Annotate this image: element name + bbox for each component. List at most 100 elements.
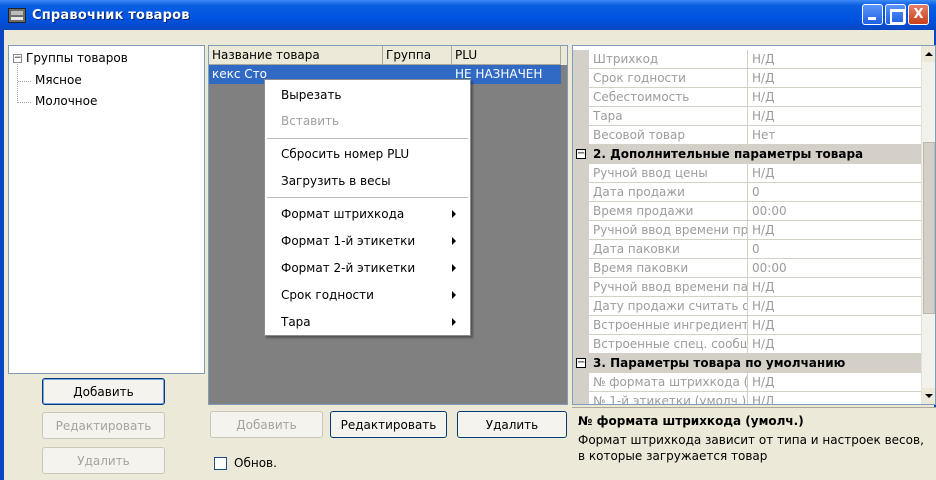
menu-item-cut[interactable]: Вырезать xyxy=(265,84,470,106)
menu-item-load-to-scales[interactable]: Загрузить в весы xyxy=(265,170,470,192)
row-gutter xyxy=(573,183,589,202)
property-row[interactable]: Ручной ввод времени про Н/Д xyxy=(573,221,921,240)
menu-item-reset-plu[interactable]: Сбросить номер PLU xyxy=(265,143,470,165)
row-gutter xyxy=(573,373,589,392)
property-value[interactable]: Н/Д xyxy=(752,297,917,315)
property-value[interactable]: 0 xyxy=(752,183,917,201)
maximize-button[interactable] xyxy=(885,4,906,25)
section-header-defaults[interactable]: − 3. Параметры товара по умолчанию xyxy=(573,354,921,373)
property-row[interactable]: № формата штрихкода (у Н/Д xyxy=(573,373,921,392)
menu-item-label: Формат 1-й этикетки xyxy=(281,234,416,248)
property-row[interactable]: Себестоимость Н/Д xyxy=(573,88,921,107)
property-value[interactable]: Н/Д xyxy=(752,316,917,334)
menu-item-shelf-life[interactable]: Срок годности xyxy=(265,284,470,306)
tree-connector xyxy=(17,62,18,103)
property-name: Встроенные ингредиенты xyxy=(593,316,748,334)
property-row[interactable]: Время паковки 00:00 xyxy=(573,259,921,278)
property-row[interactable]: Ручной ввод времени пак Н/Д xyxy=(573,278,921,297)
row-gutter xyxy=(573,88,589,107)
property-value[interactable]: 0 xyxy=(752,240,917,258)
property-row[interactable]: Встроенные спец. сообщ Н/Д xyxy=(573,335,921,354)
property-value[interactable]: Н/Д xyxy=(752,88,917,106)
row-gutter xyxy=(573,50,589,69)
column-header-name[interactable]: Название товара xyxy=(209,46,383,65)
property-row[interactable]: Тара Н/Д xyxy=(573,107,921,126)
refresh-checkbox-label: Обнов. xyxy=(234,456,277,470)
close-button[interactable]: X xyxy=(908,4,929,25)
refresh-checkbox[interactable] xyxy=(214,456,227,470)
menu-item-label: Вставить xyxy=(281,114,340,128)
property-value[interactable]: Н/Д xyxy=(752,392,917,404)
row-gutter xyxy=(573,126,589,145)
submenu-arrow-icon xyxy=(452,264,456,272)
add-product-button[interactable]: Добавить xyxy=(210,411,323,438)
collapse-icon[interactable]: − xyxy=(576,358,586,368)
property-value[interactable]: Нет xyxy=(752,126,917,144)
menu-item-label: Формат 2-й этикетки xyxy=(281,261,416,275)
row-gutter xyxy=(573,107,589,126)
property-row[interactable]: Время продажи 00:00 xyxy=(573,202,921,221)
menu-item-label2-format[interactable]: Формат 2-й этикетки xyxy=(265,257,470,279)
property-name: Штрихкод xyxy=(593,50,748,68)
menu-item-label1-format[interactable]: Формат 1-й этикетки xyxy=(265,230,470,252)
property-value[interactable]: Н/Д xyxy=(752,335,917,353)
property-value[interactable]: Н/Д xyxy=(752,373,917,391)
delete-product-button[interactable]: Удалить xyxy=(457,411,567,438)
menu-separator xyxy=(267,138,468,139)
add-group-button[interactable]: Добавить xyxy=(42,378,165,405)
section-header-additional[interactable]: − 2. Дополнительные параметры товара xyxy=(573,145,921,164)
property-row[interactable]: Дата продажи 0 xyxy=(573,183,921,202)
app-icon xyxy=(8,7,26,23)
row-gutter xyxy=(573,240,589,259)
property-row[interactable]: Штрихкод Н/Д xyxy=(573,50,921,69)
property-row[interactable]: Дата паковки 0 xyxy=(573,240,921,259)
collapse-icon[interactable]: − xyxy=(576,149,586,159)
context-menu[interactable]: Вырезать Вставить Сбросить номер PLU Заг… xyxy=(264,79,471,336)
property-row[interactable]: Весовой товар Нет xyxy=(573,126,921,145)
scroll-up-icon[interactable] xyxy=(922,46,935,62)
property-value[interactable]: Н/Д xyxy=(752,164,917,182)
menu-item-label: Срок годности xyxy=(281,288,374,302)
property-row[interactable]: Ручной ввод цены Н/Д xyxy=(573,164,921,183)
property-name: Тара xyxy=(593,107,748,125)
row-gutter xyxy=(573,278,589,297)
property-value[interactable]: Н/Д xyxy=(752,107,917,125)
property-name: Дата продажи xyxy=(593,183,748,201)
refresh-checkbox-control[interactable]: Обнов. xyxy=(214,456,277,470)
property-name: № формата штрихкода (у xyxy=(593,373,748,391)
property-row[interactable]: Дату продажи считать от Н/Д xyxy=(573,297,921,316)
property-row[interactable]: № 1-й этикетки (умолч.) Н/Д xyxy=(573,392,921,404)
minimize-button[interactable] xyxy=(862,4,883,25)
edit-product-button[interactable]: Редактировать xyxy=(330,411,447,438)
property-value[interactable]: Н/Д xyxy=(752,50,917,68)
menu-item-paste[interactable]: Вставить xyxy=(265,110,470,132)
property-row[interactable]: Встроенные ингредиенты Н/Д xyxy=(573,316,921,335)
menu-item-tare[interactable]: Тара xyxy=(265,311,470,333)
properties-scrollbar[interactable] xyxy=(921,46,935,404)
menu-item-barcode-format[interactable]: Формат штрихкода xyxy=(265,203,470,225)
title-bar[interactable]: Справочник товаров X xyxy=(0,0,936,30)
groups-tree[interactable]: − Группы товаров Мясное Молочное xyxy=(8,45,205,374)
edit-group-button[interactable]: Редактировать xyxy=(42,412,165,439)
property-value[interactable]: 00:00 xyxy=(752,259,917,277)
properties-grid[interactable]: Штрихкод Н/Д Срок годности Н/Д Себестоимос… xyxy=(572,45,936,405)
column-header-group[interactable]: Группа xyxy=(383,46,452,65)
grid-header: Название товара Группа PLU xyxy=(209,46,567,65)
property-name: Ручной ввод времени про xyxy=(593,221,748,239)
property-value[interactable]: Н/Д xyxy=(752,278,917,296)
property-row[interactable]: Срок годности Н/Д xyxy=(573,69,921,88)
delete-group-button[interactable]: Удалить xyxy=(42,447,165,474)
submenu-arrow-icon xyxy=(452,210,456,218)
menu-item-label: Формат штрихкода xyxy=(281,207,405,221)
scroll-down-icon[interactable] xyxy=(922,388,935,404)
tree-root-item[interactable]: − Группы товаров xyxy=(13,51,128,65)
row-gutter xyxy=(573,221,589,240)
tree-item-dairy[interactable]: Молочное xyxy=(35,94,97,108)
property-value[interactable]: 00:00 xyxy=(752,202,917,220)
scroll-thumb[interactable] xyxy=(923,142,935,314)
row-gutter xyxy=(573,164,589,183)
property-value[interactable]: Н/Д xyxy=(752,221,917,239)
tree-item-meat[interactable]: Мясное xyxy=(35,73,82,87)
property-value[interactable]: Н/Д xyxy=(752,69,917,87)
column-header-plu[interactable]: PLU xyxy=(452,46,561,65)
